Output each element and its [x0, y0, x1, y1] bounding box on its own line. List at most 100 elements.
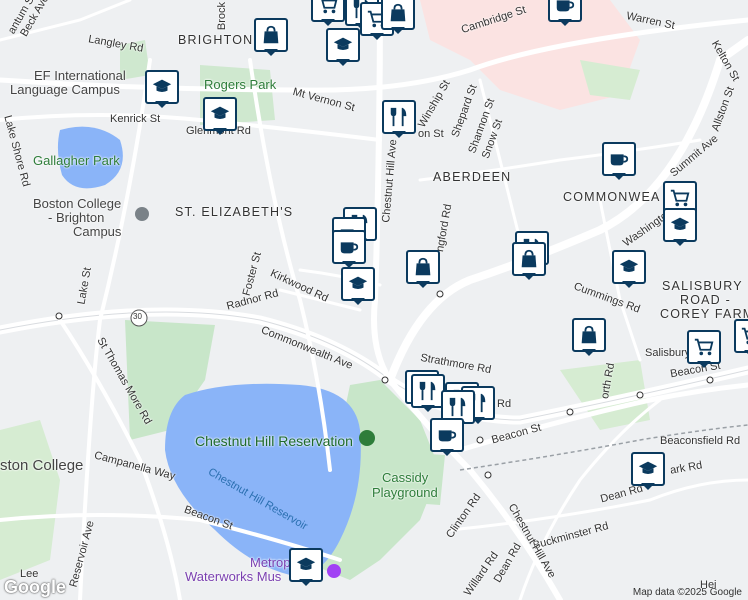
label-rogers-park: Rogers Park	[204, 77, 277, 92]
label-salisbury-2: ROAD -	[680, 293, 731, 307]
label-st-elizabeths: ST. ELIZABETH'S	[175, 205, 294, 219]
grocery-marker[interactable]	[311, 0, 345, 26]
education-marker[interactable]	[145, 70, 179, 108]
cafe-icon	[602, 142, 636, 176]
school-icon	[145, 70, 179, 104]
education-marker[interactable]	[341, 267, 375, 305]
education-marker[interactable]	[326, 28, 360, 66]
marker-pointer	[155, 101, 169, 108]
marker-pointer	[641, 483, 655, 490]
label-bc-brighton-3: Campus	[73, 224, 122, 239]
school-icon	[631, 452, 665, 486]
shopping-icon	[381, 0, 415, 30]
restaurant-marker[interactable]	[411, 374, 445, 412]
shopping-marker[interactable]	[512, 242, 546, 280]
transit-stop	[636, 391, 644, 399]
marker-pointer	[582, 349, 596, 356]
label-commonwealth-hood: COMMONWEA	[563, 190, 661, 204]
grocery-icon	[734, 319, 748, 353]
label-beaconsfield-rd: Beaconsfield Rd	[660, 435, 741, 447]
education-marker[interactable]	[612, 250, 646, 288]
label-boston-college: ston College	[0, 457, 84, 474]
transit-stop	[55, 312, 63, 320]
google-logo: Google	[4, 577, 66, 597]
marker-pointer	[622, 281, 636, 288]
park-pin-icon	[359, 430, 375, 446]
marker-pointer	[440, 449, 454, 456]
cafe-marker[interactable]	[430, 418, 464, 456]
transit-stop	[436, 290, 444, 298]
school-icon	[341, 267, 375, 301]
school-icon	[663, 208, 697, 242]
map-copyright: Map data ©2025 Google	[632, 587, 742, 598]
marker-pointer	[264, 49, 278, 56]
label-museum-2: Waterworks Mus	[185, 569, 282, 584]
cafe-marker[interactable]	[548, 0, 582, 26]
label-aberdeen: ABERDEEN	[433, 170, 512, 184]
education-marker[interactable]	[663, 208, 697, 246]
transit-stop	[476, 436, 484, 444]
shopping-marker[interactable]	[254, 18, 288, 56]
shopping-icon	[512, 242, 546, 276]
transit-stop	[706, 376, 714, 384]
marker-pointer	[392, 131, 406, 138]
education-marker[interactable]	[289, 548, 323, 586]
transit-stop	[566, 408, 574, 416]
label-bc-brighton-1: Boston College	[33, 196, 122, 211]
cafe-icon	[332, 230, 366, 264]
marker-pointer	[213, 128, 227, 135]
shopping-marker[interactable]	[406, 250, 440, 288]
school-icon	[289, 548, 323, 582]
marker-pointer	[351, 298, 365, 305]
label-rd: Rd	[497, 398, 512, 410]
restaurant-icon	[382, 100, 416, 134]
marker-pointer	[370, 33, 384, 40]
restaurant-icon	[411, 374, 445, 408]
marker-pointer	[744, 350, 748, 357]
label-brock: Brock	[216, 1, 229, 31]
marker-pointer	[673, 239, 687, 246]
cafe-icon	[430, 418, 464, 452]
marker-pointer	[612, 173, 626, 180]
restaurant-marker[interactable]	[382, 100, 416, 138]
transit-stop	[381, 376, 389, 384]
school-icon	[612, 250, 646, 284]
transit-stop	[484, 471, 492, 479]
marker-pointer	[299, 579, 313, 586]
marker-pointer	[421, 405, 435, 412]
label-route-30: 30	[133, 312, 142, 321]
label-ef-1: EF International	[34, 68, 126, 83]
shopping-icon	[254, 18, 288, 52]
grocery-icon	[687, 330, 721, 364]
marker-pointer	[697, 361, 711, 368]
label-brighton: BRIGHTON	[178, 33, 254, 47]
label-reservation: Chestnut Hill Reservation	[195, 433, 353, 449]
label-kenrick-st: Kenrick St	[110, 113, 161, 125]
grocery-marker[interactable]	[734, 319, 748, 357]
grocery-marker[interactable]	[687, 330, 721, 368]
school-icon	[326, 28, 360, 62]
marker-pointer	[336, 59, 350, 66]
label-on-st: on St	[418, 128, 444, 140]
label-bc-brighton-2: - Brighton	[48, 210, 105, 225]
shopping-marker[interactable]	[381, 0, 415, 34]
education-marker[interactable]	[203, 97, 237, 135]
marker-pointer	[321, 19, 335, 26]
label-salisbury: Salisbury	[645, 347, 691, 359]
label-cassidy-2: Playground	[372, 485, 438, 500]
shopping-marker[interactable]	[572, 318, 606, 356]
shopping-icon	[406, 250, 440, 284]
shopping-icon	[572, 318, 606, 352]
label-gallagher-park: Gallagher Park	[33, 153, 120, 168]
school-icon	[203, 97, 237, 131]
education-marker[interactable]	[631, 452, 665, 490]
museum-pin-icon	[327, 564, 341, 578]
marker-pointer	[522, 273, 536, 280]
marker-pointer	[416, 281, 430, 288]
label-cassidy-1: Cassidy	[382, 470, 429, 485]
marker-pointer	[391, 27, 405, 34]
school-pin-icon	[135, 207, 149, 221]
cafe-marker[interactable]	[602, 142, 636, 180]
label-salisbury-1: SALISBURY	[662, 279, 743, 293]
cafe-marker[interactable]	[332, 230, 366, 268]
